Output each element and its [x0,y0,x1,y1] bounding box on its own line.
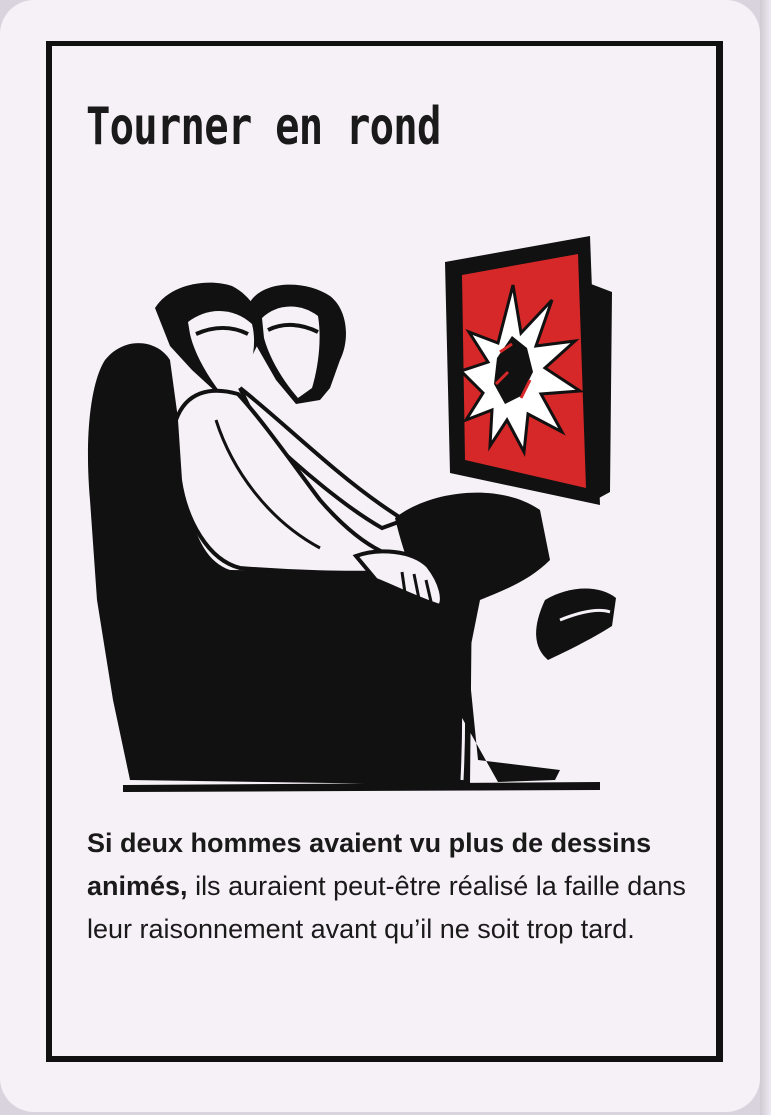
illustration [87,236,616,792]
card-edge [760,0,771,1115]
game-card: Tourner en rond Si deux hommes avaient v… [0,0,760,1112]
card-caption: Si deux hommes avaient vu plus de dessin… [87,822,702,951]
tv-icon [445,236,612,505]
